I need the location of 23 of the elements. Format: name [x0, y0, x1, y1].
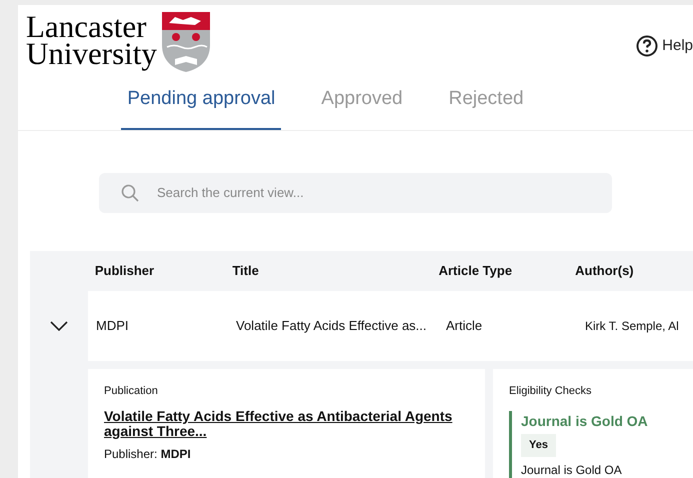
search-icon — [121, 184, 139, 202]
publication-title-link[interactable]: Volatile Fatty Acids Effective as Antibacterial Agents against Three... — [104, 409, 469, 439]
search-field[interactable]: Search the current view... — [99, 172, 612, 212]
tab[interactable]: Pending approval — [121, 85, 282, 130]
table-cell-text: Article — [446, 316, 484, 335]
column-header: Publisher — [94, 262, 156, 280]
check-detail: Journal is Gold OA — [521, 462, 623, 478]
table-cell-text: Kirk T. Semple, Al — [585, 318, 679, 334]
table-cell-text: MDPI — [96, 316, 130, 335]
card-heading: Eligibility Checks — [509, 384, 593, 398]
column-header: Author(s) — [575, 262, 635, 280]
publisher-text: Publisher: MDPI — [104, 446, 192, 463]
answer-badge: Yes — [521, 434, 556, 456]
column-header: Article Type — [438, 262, 514, 280]
column-header: Title — [232, 262, 260, 280]
table-cell-text: Volatile Fatty Acids Effective as... — [236, 316, 428, 335]
help-icon — [636, 35, 658, 58]
chevron-icon[interactable] — [50, 320, 68, 330]
card-heading: Publication — [104, 384, 159, 398]
university-crest-icon — [160, 11, 211, 73]
check-title: Journal is Gold OA — [521, 412, 649, 431]
help-link[interactable]: Help — [636, 35, 693, 58]
logo-text: Lancaster — [26, 13, 146, 40]
